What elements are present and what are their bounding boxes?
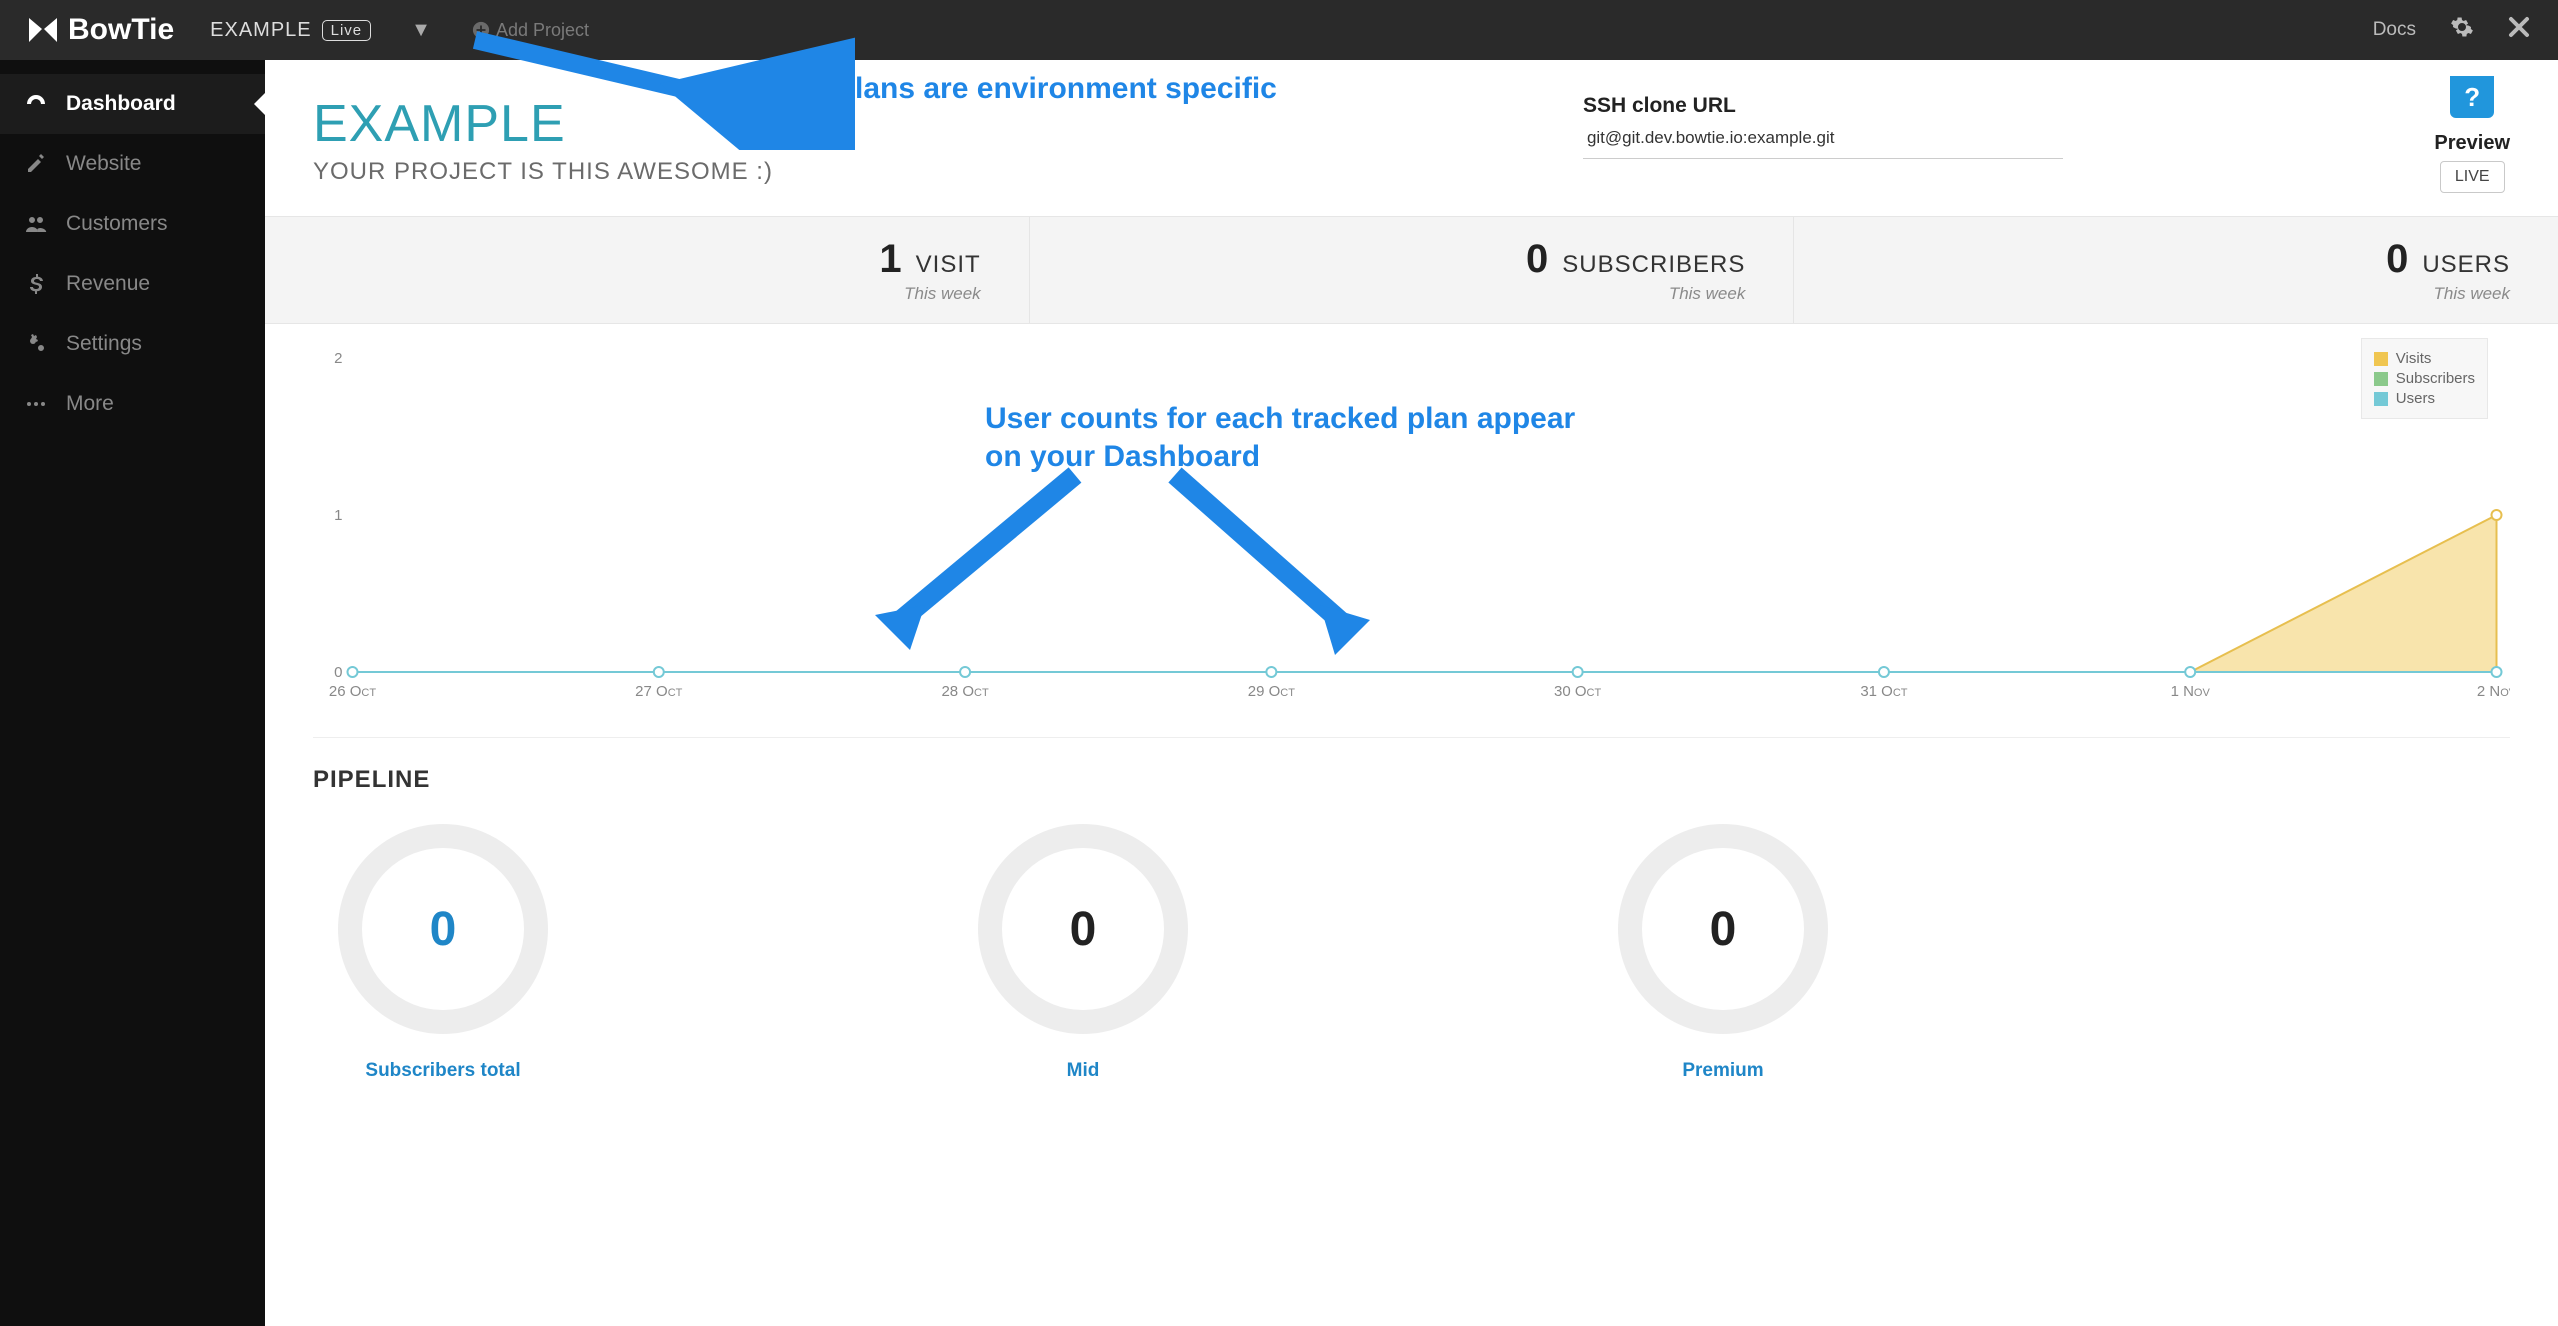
stats-bar: 1 VISIT This week 0 SUBSCRIBERS This wee… (265, 216, 2558, 324)
project-name: EXAMPLE (210, 19, 311, 42)
page-title: EXAMPLE (313, 94, 773, 154)
legend-users: Users (2396, 390, 2435, 407)
donut-label: Subscribers total (365, 1060, 520, 1082)
sidebar-item-label: Customers (66, 212, 168, 236)
ellipsis-icon (24, 392, 48, 416)
stat-visits: 1 VISIT This week (265, 217, 1030, 323)
sidebar-item-label: Website (66, 152, 141, 176)
docs-link[interactable]: Docs (2373, 19, 2416, 41)
legend-subscribers: Subscribers (2396, 370, 2475, 387)
stat-sub: This week (1669, 284, 1746, 304)
pipeline-item-mid[interactable]: 0 Mid (953, 824, 1213, 1082)
swatch-visits-icon (2374, 352, 2388, 366)
edit-icon (24, 152, 48, 176)
gear-icon[interactable] (2450, 15, 2474, 45)
stat-sub: This week (2433, 284, 2510, 304)
users-icon (24, 212, 48, 236)
swatch-users-icon (2374, 392, 2388, 406)
svg-text:2 Nov: 2 Nov (2477, 683, 2510, 700)
sidebar-item-website[interactable]: Website (0, 134, 265, 194)
stat-sub: This week (904, 284, 981, 304)
dollar-icon (24, 272, 48, 296)
stat-label: VISIT (916, 251, 981, 279)
svg-text:1 Nov: 1 Nov (2171, 683, 2211, 700)
svg-text:30 Oct: 30 Oct (1554, 683, 1601, 700)
add-project-button[interactable]: Add Project (472, 20, 589, 41)
cogs-icon (24, 332, 48, 356)
donut-value: 0 (978, 824, 1188, 1034)
pipeline-heading: PIPELINE (313, 766, 2510, 794)
preview-label: Preview (2434, 132, 2510, 155)
legend-visits: Visits (2396, 350, 2432, 367)
close-icon[interactable] (2508, 16, 2530, 44)
donut-value: 0 (1618, 824, 1828, 1034)
env-badge: Live (322, 20, 372, 41)
stat-label: SUBSCRIBERS (1562, 251, 1745, 279)
header-block: EXAMPLE YOUR PROJECT IS THIS AWESOME :) … (265, 60, 2558, 216)
project-selector[interactable]: EXAMPLE Live ▼ (210, 19, 432, 42)
content: EXAMPLE YOUR PROJECT IS THIS AWESOME :) … (265, 60, 2558, 1326)
ssh-input[interactable] (1583, 118, 2063, 159)
sidebar: Dashboard Website Customers Revenue Sett… (0, 60, 265, 1326)
preview-block: ? Preview LIVE (2434, 76, 2510, 193)
gauge-icon (24, 92, 48, 116)
stat-value: 0 (2386, 237, 2408, 282)
plus-circle-icon (472, 21, 490, 39)
add-project-label: Add Project (496, 20, 589, 41)
sidebar-item-label: Dashboard (66, 92, 176, 116)
stat-value: 0 (1526, 237, 1548, 282)
svg-text:0: 0 (334, 664, 342, 681)
page-subtitle: YOUR PROJECT IS THIS AWESOME :) (313, 158, 773, 186)
stat-users: 0 USERS This week (1794, 217, 2558, 323)
pipeline-item-premium[interactable]: 0 Premium (1593, 824, 1853, 1082)
brand-logo[interactable]: BowTie (28, 13, 174, 47)
sidebar-item-settings[interactable]: Settings (0, 314, 265, 374)
sidebar-item-dashboard[interactable]: Dashboard (0, 74, 265, 134)
chart-area: Visits Subscribers Users 0 1 2 26 Oct 27 Oct… (265, 324, 2558, 725)
svg-text:27 Oct: 27 Oct (635, 683, 682, 700)
svg-text:28 Oct: 28 Oct (941, 683, 988, 700)
stat-value: 1 (879, 237, 901, 282)
ssh-label: SSH clone URL (1583, 94, 2063, 118)
sidebar-item-label: Revenue (66, 272, 150, 296)
chart-legend: Visits Subscribers Users (2361, 338, 2488, 419)
preview-live-button[interactable]: LIVE (2440, 161, 2505, 193)
svg-text:31 Oct: 31 Oct (1860, 683, 1907, 700)
help-button[interactable]: ? (2450, 76, 2494, 118)
ssh-block: SSH clone URL (1583, 94, 2063, 159)
stat-subscribers: 0 SUBSCRIBERS This week (1030, 217, 1795, 323)
sidebar-item-label: Settings (66, 332, 142, 356)
line-chart: 0 1 2 26 Oct 27 Oct 28 Oct 29 Oct 30 Oct 31 Oct 1… (313, 348, 2510, 708)
svg-text:1: 1 (334, 507, 342, 524)
pipeline-item-subscribers[interactable]: 0 Subscribers total (313, 824, 573, 1082)
sidebar-item-label: More (66, 392, 114, 416)
svg-text:26 Oct: 26 Oct (329, 683, 376, 700)
svg-text:2: 2 (334, 350, 342, 367)
swatch-subscribers-icon (2374, 372, 2388, 386)
sidebar-item-revenue[interactable]: Revenue (0, 254, 265, 314)
caret-down-icon: ▼ (411, 19, 432, 42)
bowtie-icon (28, 17, 58, 43)
sidebar-item-more[interactable]: More (0, 374, 265, 434)
stat-label: USERS (2422, 251, 2510, 279)
brand-text: BowTie (68, 13, 174, 47)
sidebar-item-customers[interactable]: Customers (0, 194, 265, 254)
donut-value: 0 (338, 824, 548, 1034)
donut-label: Premium (1682, 1060, 1763, 1082)
pipeline-section: PIPELINE 0 Subscribers total 0 Mid 0 Pre… (265, 738, 2558, 1110)
svg-text:29 Oct: 29 Oct (1248, 683, 1295, 700)
donut-label: Mid (1067, 1060, 1100, 1082)
topbar: BowTie EXAMPLE Live ▼ Add Project Docs (0, 0, 2558, 60)
